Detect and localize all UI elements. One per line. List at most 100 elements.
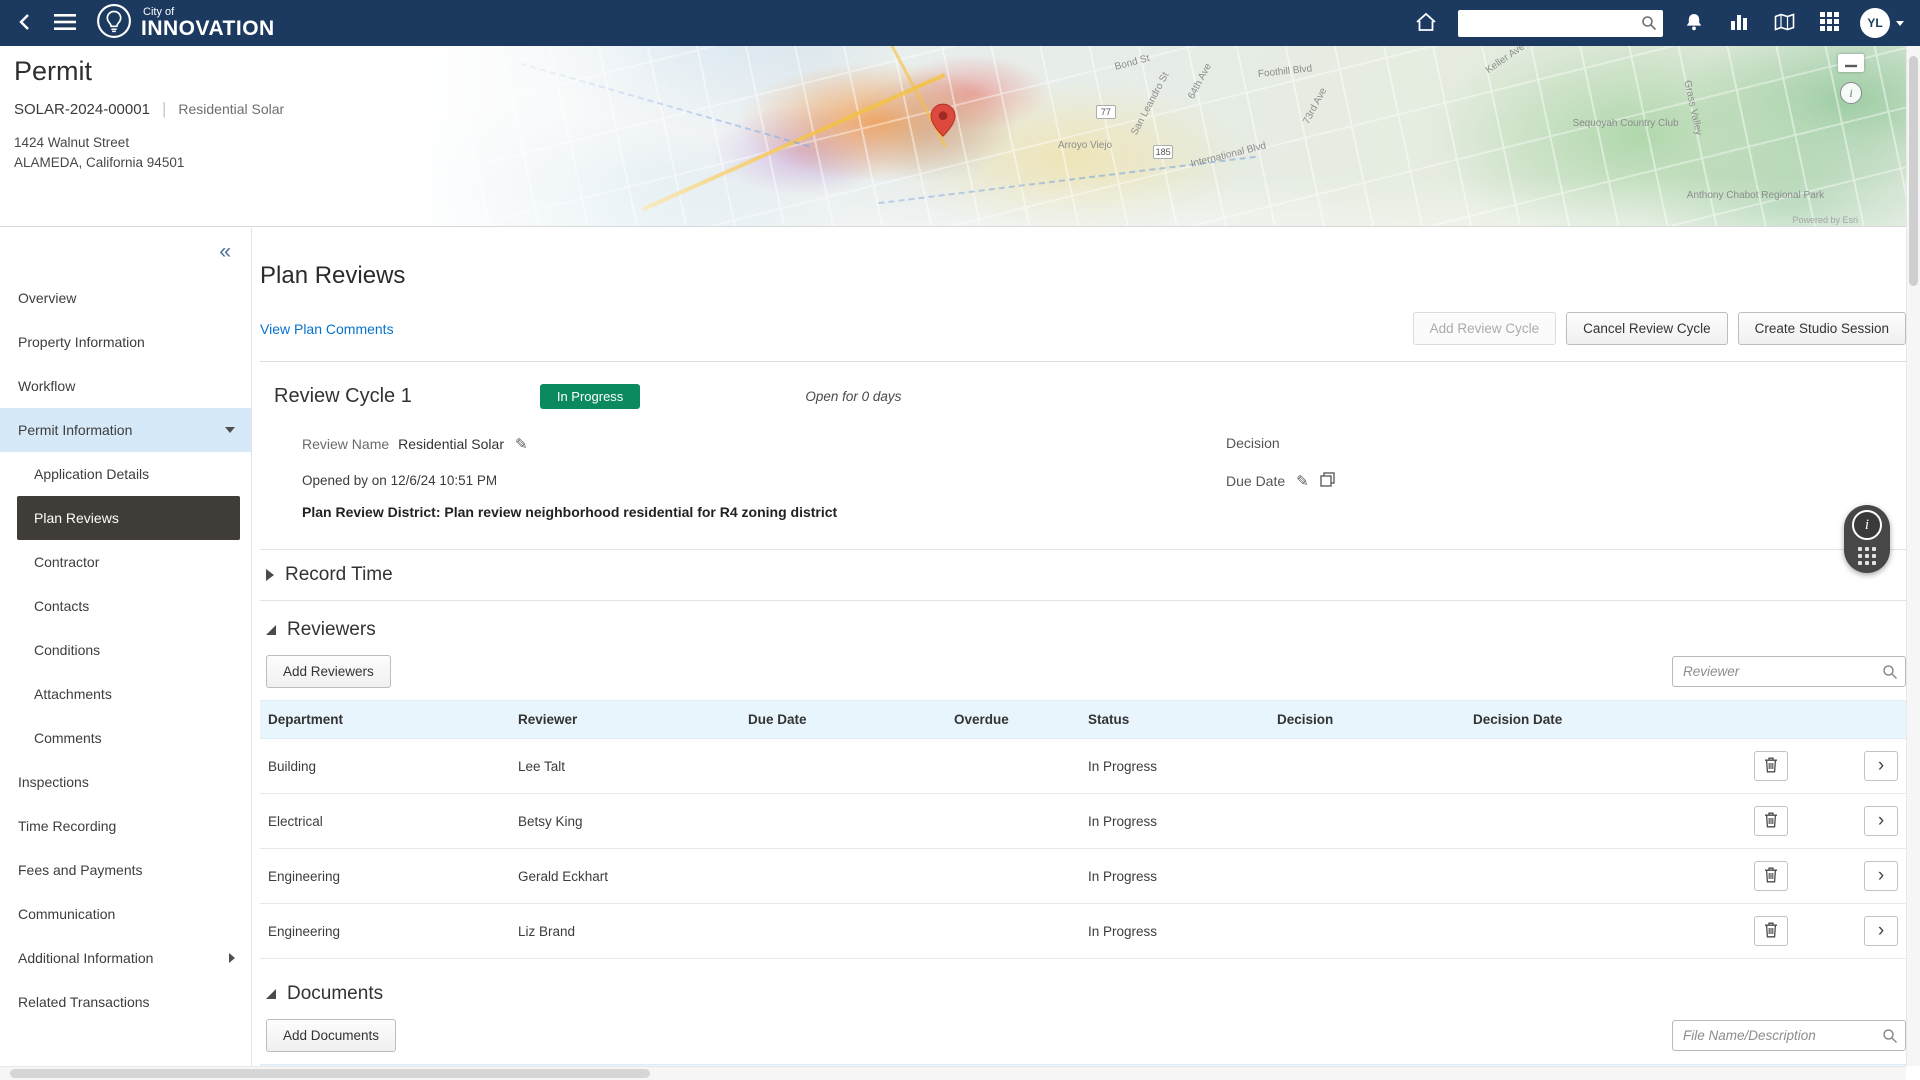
record-time-section-header[interactable]: Record Time [260,549,1906,601]
sidebar-item-time-recording[interactable]: Time Recording [0,804,251,848]
delete-reviewer-button[interactable] [1754,861,1788,891]
avatar: YL [1860,8,1890,38]
view-plan-comments-link[interactable]: View Plan Comments [260,321,394,337]
review-name-label: Review Name [302,436,389,452]
cell-due-date [740,849,946,904]
col-status: Status [1080,701,1269,739]
maps-button[interactable] [1770,8,1799,39]
sidebar-item-attachments[interactable]: Attachments [0,672,251,716]
sidebar-item-overview[interactable]: Overview [0,276,251,320]
app-logo: City of INNOVATION [96,3,275,44]
reviewer-row: ElectricalBetsy KingIn Progress› [260,794,1906,849]
cell-decision [1269,794,1465,849]
status-badge: In Progress [540,384,640,409]
sidebar-item-workflow[interactable]: Workflow [0,364,251,408]
sidebar-item-label: Conditions [34,642,100,658]
scrollbar-thumb[interactable] [1909,56,1918,286]
cell-decision-date [1465,794,1715,849]
col-decision-date: Decision Date [1465,701,1715,739]
trash-icon [1764,922,1778,941]
sidebar-item-application-details[interactable]: Application Details [0,452,251,496]
cell-due-date [740,739,946,794]
widget-grid-icon[interactable] [1858,547,1876,565]
add-reviewers-button[interactable]: Add Reviewers [266,655,391,688]
bar-chart-icon [1729,12,1749,35]
delete-reviewer-button[interactable] [1754,916,1788,946]
col-reviewer: Reviewer [510,701,740,739]
global-search-input[interactable] [1458,10,1663,37]
sidebar-item-additional-information[interactable]: Additional Information [0,936,251,980]
cell-reviewer: Liz Brand [510,904,740,959]
notifications-button[interactable] [1680,8,1708,39]
trash-icon [1764,757,1778,776]
sidebar-item-plan-reviews[interactable]: Plan Reviews [17,496,240,540]
scrollbar-thumb[interactable] [10,1069,650,1078]
delete-reviewer-button[interactable] [1754,751,1788,781]
main-content: Plan Reviews View Plan Comments Add Revi… [252,228,1906,1066]
reviewers-title: Reviewers [287,619,376,641]
sidebar-item-fees-and-payments[interactable]: Fees and Payments [0,848,251,892]
chevron-left-icon [16,13,34,34]
add-documents-button[interactable]: Add Documents [266,1019,396,1052]
sidebar-item-communication[interactable]: Communication [0,892,251,936]
sidebar-item-property-information[interactable]: Property Information [0,320,251,364]
reviewers-section-header[interactable]: Reviewers [260,619,1906,641]
pencil-icon: ✎ [515,436,528,453]
search-icon [1641,15,1657,36]
sidebar-item-contractor[interactable]: Contractor [0,540,251,584]
vertical-scrollbar[interactable] [1906,46,1920,1066]
page-title: Plan Reviews [260,262,1906,290]
apps-button[interactable] [1816,8,1843,38]
chevron-right-icon [229,953,235,963]
sidebar-item-inspections[interactable]: Inspections [0,760,251,804]
row-actions: › [1715,794,1906,849]
horizontal-scrollbar[interactable] [0,1066,1906,1080]
create-studio-session-button[interactable]: Create Studio Session [1738,312,1906,345]
divider [260,361,1906,362]
open-reviewer-button[interactable]: › [1864,751,1898,781]
help-widget: i [1844,505,1890,573]
opened-by-text: Opened by on 12/6/24 10:51 PM [302,473,1906,488]
documents-controls: Add Documents [260,1019,1906,1052]
sidebar-item-contacts[interactable]: Contacts [0,584,251,628]
pencil-icon: ✎ [1296,472,1309,490]
analytics-button[interactable] [1725,8,1753,39]
copy-due-date-button[interactable] [1320,472,1335,490]
map-info-button[interactable]: i [1840,82,1862,104]
address-line1: 1424 Walnut Street [14,133,284,153]
menu-button[interactable] [50,9,80,38]
open-reviewer-button[interactable]: › [1864,806,1898,836]
reviewers-table-header: Department Reviewer Due Date Overdue Sta… [260,701,1906,739]
cancel-review-cycle-button[interactable]: Cancel Review Cycle [1566,312,1728,345]
user-menu[interactable]: YL [1860,8,1904,38]
sidebar-item-permit-information[interactable]: Permit Information [0,408,251,452]
edit-review-name-button[interactable]: ✎ [515,435,528,453]
logo-innovation: INNOVATION [141,18,275,39]
open-reviewer-button[interactable]: › [1864,861,1898,891]
open-reviewer-button[interactable]: › [1864,916,1898,946]
documents-section-header[interactable]: Documents [260,983,1906,1005]
info-widget-button[interactable]: i [1852,510,1882,540]
home-icon [1415,12,1437,35]
edit-due-date-button[interactable]: ✎ [1296,472,1309,490]
open-for-text: Open for 0 days [805,389,901,404]
document-search-input[interactable] [1672,1020,1906,1051]
sidebar-item-related-transactions[interactable]: Related Transactions [0,980,251,1024]
delete-reviewer-button[interactable] [1754,806,1788,836]
hamburger-icon [54,13,76,34]
collapse-map-button[interactable] [1838,54,1864,72]
reviewer-search-input[interactable] [1672,656,1906,687]
back-button[interactable] [12,9,38,38]
review-name-value: Residential Solar [398,436,504,452]
sidebar-item-comments[interactable]: Comments [0,716,251,760]
map-header: Bond StFoothill BlvdSan Leandro St64th A… [0,46,1906,227]
collapse-sidebar-button[interactable]: « [213,240,237,263]
cell-decision [1269,739,1465,794]
home-button[interactable] [1411,8,1441,39]
due-date-label: Due Date [1226,473,1285,489]
lightbulb-icon [96,3,132,44]
sidebar-item-conditions[interactable]: Conditions [0,628,251,672]
reviewers-table: Department Reviewer Due Date Overdue Sta… [260,700,1906,959]
add-review-cycle-button[interactable]: Add Review Cycle [1413,312,1557,345]
reviewers-controls: Add Reviewers [260,655,1906,688]
